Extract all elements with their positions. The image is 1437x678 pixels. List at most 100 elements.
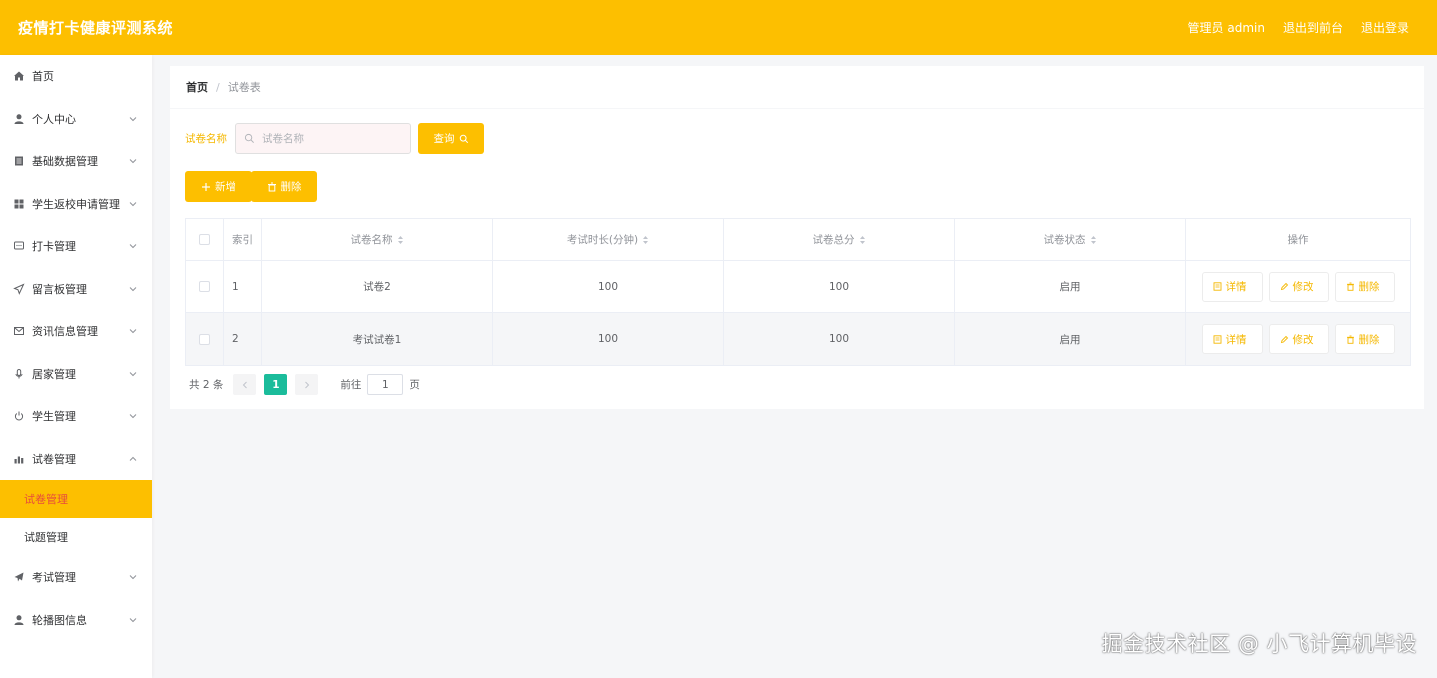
sidebar-item-profile[interactable]: 个人中心 [0,98,152,141]
plus-icon [202,182,210,191]
sidebar-item-return-application[interactable]: 学生返校申请管理 [0,183,152,226]
header-status[interactable]: 试卷状态 [955,219,1186,260]
sidebar-item-home[interactable]: 首页 [0,55,152,98]
header-total-label: 试卷总分 [812,234,855,246]
header-ops-label: 操作 [1287,234,1309,246]
chevron-down-icon [128,411,138,421]
header-total-score[interactable]: 试卷总分 [724,219,955,260]
sidebar-item-label: 居家管理 [32,367,76,381]
edit-button[interactable]: 修改 [1268,271,1329,302]
page-number-current[interactable]: 1 [264,374,288,395]
add-button[interactable]: 新增 [185,171,252,202]
search-input-wrapper[interactable] [235,123,411,154]
sidebar-item-label: 首页 [32,70,54,84]
search-label: 试卷名称 [185,133,227,145]
edit-button[interactable]: 修改 [1268,324,1329,354]
sidebar-item-checkin[interactable]: 打卡管理 [0,225,152,268]
search-button[interactable]: 查询 [418,123,484,154]
search-input[interactable] [260,131,400,146]
row-checkbox[interactable] [199,333,210,345]
grid-icon [12,197,26,211]
send-icon [12,282,26,296]
detail-button[interactable]: 详情 [1201,324,1263,354]
microphone-icon [12,367,26,381]
table-row: 1 试卷2 100 100 启用 详情 修改 删除 [186,261,1410,313]
goto-prefix: 前往 [340,379,362,391]
sort-icon[interactable] [397,235,404,245]
batch-delete-button[interactable]: 删除 [251,171,317,202]
chevron-down-icon [128,326,138,336]
row-checkbox-cell [186,261,224,312]
chart-icon [12,452,26,466]
sidebar-item-message-board[interactable]: 留言板管理 [0,268,152,311]
header-checkbox-cell [186,219,224,260]
user-icon [12,112,26,126]
document-icon [1213,334,1221,344]
sidebar-item-news[interactable]: 资讯信息管理 [0,310,152,353]
sidebar-item-label: 资讯信息管理 [32,325,98,339]
prev-page-button[interactable] [233,374,257,395]
sidebar-item-students[interactable]: 学生管理 [0,395,152,438]
detail-button-label: 详情 [1225,281,1247,293]
header-status-label: 试卷状态 [1043,234,1086,246]
breadcrumb-home[interactable]: 首页 [186,79,208,95]
watermark: 掘金技术社区 @ 小飞计算机毕设 [1101,632,1417,656]
select-all-checkbox[interactable] [199,234,210,245]
sidebar-item-papers[interactable]: 试卷管理 [0,438,152,481]
row-total: 100 [724,261,955,312]
power-icon [12,409,26,423]
mail-icon [12,324,26,338]
chevron-down-icon [128,114,138,124]
row-checkbox[interactable] [199,281,210,292]
sort-icon[interactable] [859,235,866,245]
logout-link[interactable]: 退出登录 [1361,19,1409,36]
sidebar-item-basic-data[interactable]: 基础数据管理 [0,140,152,183]
row-duration: 100 [493,313,724,365]
row-index: 2 [224,313,262,365]
sidebar-item-label: 试卷管理 [32,452,76,466]
header-duration[interactable]: 考试时长(分钟) [493,219,724,260]
row-name: 试卷2 [262,261,493,312]
header-actions: 管理员 admin 退出到前台 退出登录 [1188,19,1419,36]
delete-button[interactable]: 删除 [1334,324,1395,354]
pagination-goto: 前往 1 页 [340,374,420,395]
sidebar-item-label: 轮播图信息 [32,613,87,627]
chevron-down-icon [128,156,138,166]
sidebar: 首页 个人中心 基础数据管理 学生返校申请管理 打卡管理 留言板管理 资讯信息管… [0,55,152,678]
row-checkbox-cell [186,313,224,365]
trash-icon [267,182,276,191]
document-icon [12,154,26,168]
chat-icon [12,239,26,253]
papers-table: 索引 试卷名称 考试时长(分钟) 试卷总分 试卷状态 操作 1 试卷2 100 … [185,218,1411,366]
header-index-label: 索引 [232,234,253,246]
delete-button[interactable]: 删除 [1334,271,1395,302]
sidebar-item-exams[interactable]: 考试管理 [0,556,152,599]
current-user-label: 管理员 admin [1187,21,1265,35]
sidebar-item-carousel[interactable]: 轮播图信息 [0,599,152,642]
header-name[interactable]: 试卷名称 [262,219,493,260]
sidebar-item-label: 基础数据管理 [32,155,98,169]
edit-icon [1280,282,1288,291]
trash-icon [1346,335,1354,344]
detail-button[interactable]: 详情 [1201,271,1263,302]
front-page-link[interactable]: 退出到前台 [1283,19,1343,36]
row-total: 100 [724,313,955,365]
detail-button-label: 详情 [1225,333,1247,346]
sort-icon[interactable] [642,235,649,245]
sidebar-item-label: 打卡管理 [32,240,76,254]
sort-icon[interactable] [1090,235,1097,245]
top-header: 疫情打卡健康评测系统 管理员 admin 退出到前台 退出登录 [0,0,1437,55]
edit-icon [1280,335,1288,343]
delete-button-label: 删除 [1358,281,1380,293]
sidebar-subitem-question-management[interactable]: 试题管理 [0,518,152,556]
sidebar-item-label: 个人中心 [32,112,76,126]
row-name: 考试试卷1 [262,313,493,365]
breadcrumb-separator: / [216,80,220,94]
batch-delete-label: 删除 [280,181,302,193]
sidebar-subitem-paper-management[interactable]: 试卷管理 [0,480,152,518]
next-page-button[interactable] [295,374,319,395]
chevron-down-icon [128,241,138,251]
goto-page-input[interactable]: 1 [367,374,404,395]
row-actions: 详情 修改 删除 [1186,313,1410,365]
sidebar-item-home-quarantine[interactable]: 居家管理 [0,353,152,396]
